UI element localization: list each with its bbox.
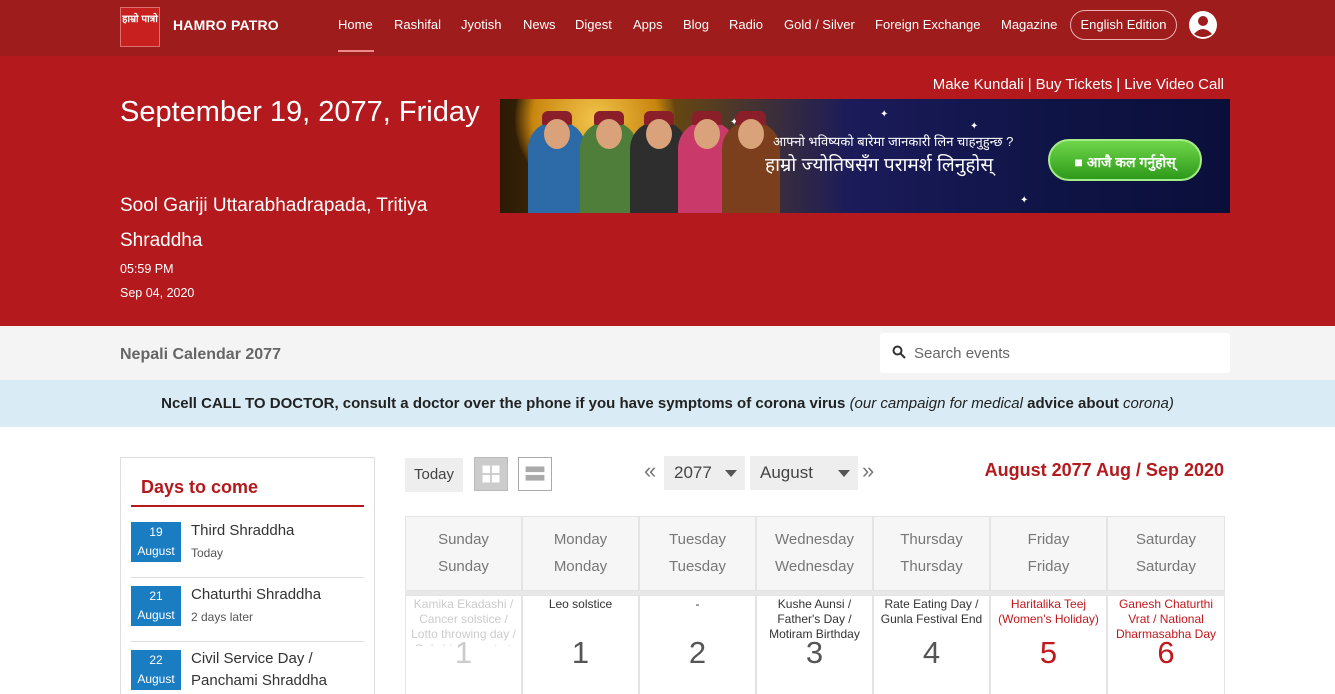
title-divider (131, 505, 364, 507)
search-events-input[interactable] (914, 341, 1214, 365)
nav-gold-silver[interactable]: Gold / Silver (784, 17, 855, 32)
day-number: 2 (688, 635, 707, 670)
jyotish-ad-banner[interactable]: ✦ ✦ ✦ ✦ आफ्नो भविष्यको बारेमा जानकारी लि… (500, 99, 1230, 213)
weekday-header: Sunday Sunday (405, 516, 522, 591)
date-badge: 19 August (131, 522, 181, 562)
event-relative-date: 2 days later (191, 610, 254, 624)
corona-notice-banner[interactable]: Ncell CALL TO DOCTOR, consult a doctor o… (0, 380, 1335, 427)
hero-section: September 19, 2077, Friday Sool Gariji U… (0, 56, 1335, 326)
event-title: Civil Service Day / Panchami Shraddha (191, 650, 327, 689)
grid-view-icon[interactable] (474, 457, 508, 491)
nav-radio[interactable]: Radio (729, 17, 763, 32)
call-now-label: आजै कल गर्नुहोस् (1086, 154, 1176, 170)
current-time: 05:59 PM (120, 262, 174, 276)
calendar-day-cell[interactable]: Kushe Aunsi / Father's Day / Motiram Bir… (756, 595, 873, 694)
badge-day: 22 (149, 653, 163, 667)
search-box[interactable] (880, 333, 1230, 373)
nav-digest[interactable]: Digest (575, 17, 612, 32)
nav-apps[interactable]: Apps (633, 17, 663, 32)
calendar-subbar: Nepali Calendar 2077 (0, 326, 1335, 380)
nav-home[interactable]: Home (338, 17, 373, 32)
upcoming-event[interactable]: 21 August Chaturthi Shraddha 2 days later (131, 578, 364, 642)
quick-links: Make Kundali | Buy Tickets | Live Video Call (932, 76, 1224, 93)
event-title: Third Shraddha (191, 522, 295, 539)
today-button[interactable]: Today (405, 458, 463, 492)
search-icon (892, 345, 906, 359)
upcoming-event[interactable]: 22 August Civil Service Day / Panchami Sh… (131, 642, 364, 694)
make-kundali-link[interactable]: Make Kundali (933, 76, 1024, 93)
year-value: 2077 (674, 463, 712, 482)
english-edition-button[interactable]: English Edition (1070, 10, 1177, 40)
calendar-page-title: Nepali Calendar 2077 (120, 346, 281, 363)
logo[interactable]: हाम्रो पात्रो (120, 7, 160, 47)
calendar-day-cell[interactable]: Kamika Ekadashi / Cancer solstice / Lott… (405, 595, 522, 694)
upcoming-event[interactable]: 19 August Third Shraddha Today (131, 514, 364, 578)
day-number: 5 (1039, 635, 1058, 670)
badge-day: 19 (149, 525, 163, 539)
nav-rashifal[interactable]: Rashifal (394, 17, 441, 32)
days-to-come-panel: Days to come 19 August Third Shraddha Tod… (120, 457, 375, 694)
nav-blog[interactable]: Blog (683, 17, 709, 32)
weekday-header: Friday Friday (990, 516, 1107, 591)
top-navbar: हाम्रो पात्रो HAMRO PATRO Home Rashifal … (0, 0, 1335, 56)
banner-headline: हाम्रो ज्योतिषसँग परामर्श लिनुहोस् (765, 155, 994, 176)
banner-question: आफ्नो भविष्यको बारेमा जानकारी लिन चाहनुह… (773, 134, 1014, 149)
nepali-date: September 19, 2077, Friday (120, 96, 480, 128)
month-select[interactable]: August (750, 456, 858, 490)
badge-month: August (137, 672, 175, 686)
date-badge: 21 August (131, 586, 181, 626)
event-relative-date: Today (191, 546, 224, 560)
nav-news[interactable]: News (523, 17, 556, 32)
calendar-day-cell[interactable]: Ganesh Chaturthi Vrat / National Dharmas… (1107, 595, 1225, 694)
day-number: 1 (454, 635, 473, 670)
notice-italic-end: corona) (1123, 395, 1174, 412)
logo-text: हाम्रो पात्रो (122, 14, 158, 25)
notice-main-text: Ncell CALL TO DOCTOR, consult a doctor o… (161, 395, 846, 412)
month-value: August (760, 463, 813, 482)
date-badge: 22 August (131, 650, 181, 690)
weekday-header: Saturday Saturday (1107, 516, 1225, 591)
live-video-call-link[interactable]: Live Video Call (1124, 76, 1224, 93)
weekday-header: Thursday Thursday (873, 516, 990, 591)
weekday-header: Wednesday Wednesday (756, 516, 873, 591)
nav-magazine[interactable]: Magazine (1001, 17, 1057, 32)
user-account-icon[interactable] (1188, 10, 1218, 40)
day-number: 3 (805, 635, 824, 670)
call-now-button[interactable]: ■ आजै कल गर्नुहोस् (1048, 139, 1202, 181)
weekday-header: Monday Monday (522, 516, 639, 591)
calendar-day-cell[interactable]: Rate Eating Day / Gunla Festival End 4 (873, 595, 990, 694)
calendar-day-cell[interactable]: -2 (639, 595, 756, 694)
day-number: 4 (922, 635, 941, 670)
badge-month: August (137, 608, 175, 622)
badge-day: 21 (149, 589, 163, 603)
buy-tickets-link[interactable]: Buy Tickets (1036, 76, 1113, 93)
nav-jyotish[interactable]: Jyotish (461, 17, 501, 32)
chevron-down-icon (838, 470, 850, 477)
tithi-text: Sool Gariji Uttarabhadrapada, Tritiya Sh… (120, 195, 428, 251)
english-date: Sep 04, 2020 (120, 286, 195, 300)
day-number: 1 (571, 635, 590, 670)
video-call-icon: ■ (1074, 154, 1087, 170)
brand-name[interactable]: HAMRO PATRO (173, 17, 279, 33)
calendar-day-cell[interactable]: Haritalika Teej (Women's Holiday) 5 (990, 595, 1107, 694)
nav-foreign-exchange[interactable]: Foreign Exchange (875, 17, 981, 32)
chevron-down-icon (725, 470, 737, 477)
event-title: Chaturthi Shraddha (191, 586, 322, 603)
list-view-icon[interactable] (518, 457, 552, 491)
days-to-come-title: Days to come (141, 477, 259, 497)
notice-italic-text: (our campaign for medical (849, 395, 1023, 412)
active-nav-indicator (338, 50, 374, 52)
weekday-header: Tuesday Tuesday (639, 516, 756, 591)
calendar-day-cell[interactable]: Leo solstice 1 (522, 595, 639, 694)
next-month-arrow[interactable]: » (862, 458, 874, 484)
previous-month-arrow[interactable]: « (644, 458, 656, 484)
calendar-month-title: August 2077 Aug / Sep 2020 (984, 460, 1224, 480)
year-select[interactable]: 2077 (664, 456, 745, 490)
day-number: 6 (1157, 635, 1175, 670)
notice-bold-text: advice about (1027, 395, 1119, 412)
badge-month: August (137, 544, 175, 558)
astrologer-photo (528, 111, 586, 213)
